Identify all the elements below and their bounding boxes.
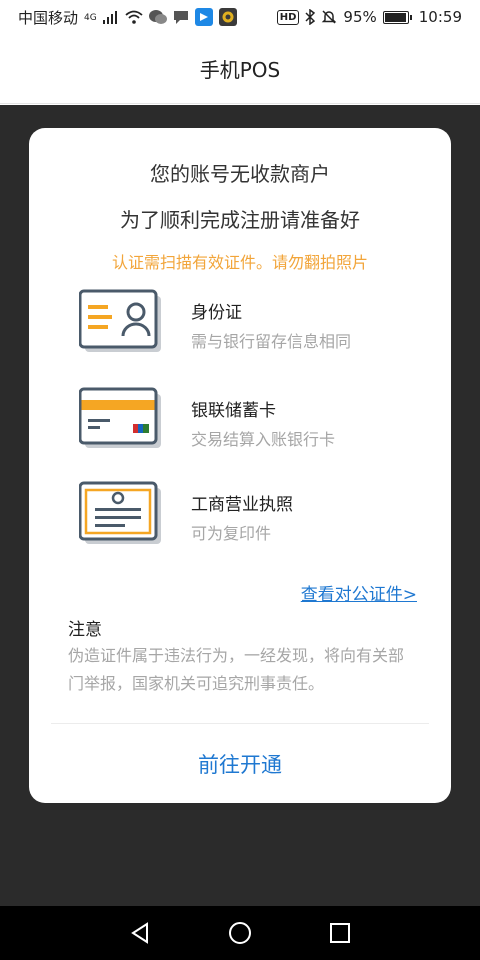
- id-card-icon: [78, 288, 161, 352]
- mute-bell-icon: [321, 9, 337, 25]
- prepare-message: 为了顺利完成注册请准备好: [120, 208, 360, 232]
- back-triangle-icon: [131, 922, 148, 944]
- business-license-icon: [78, 480, 161, 544]
- clock: 10:59: [418, 8, 462, 26]
- recents-square-icon: [330, 923, 350, 943]
- registration-dialog: 您的账号无收款商户 为了顺利完成注册请准备好 认证需扫描有效证件。请勿翻拍照片 …: [29, 128, 451, 803]
- network-type: 4G: [84, 12, 97, 23]
- bank-card-icon: [78, 386, 161, 450]
- page-title: 手机POS: [199, 58, 281, 82]
- chat-bubble-icon: [173, 9, 189, 25]
- document-description: 需与银行留存信息相同: [191, 332, 352, 351]
- home-circle-icon: [229, 922, 251, 944]
- battery-fill: [384, 12, 406, 22]
- battery-icon: [382, 10, 412, 24]
- document-name: 银联储蓄卡: [191, 401, 276, 421]
- app-header: 手机POS: [0, 34, 480, 104]
- app-notification-icon: [194, 8, 213, 26]
- document-item-id-card: 身份证 需与银行留存信息相同: [78, 288, 419, 352]
- carrier-name: 中国移动: [18, 8, 79, 27]
- home-button[interactable]: [220, 913, 260, 953]
- status-right: HD 95% 10:59: [276, 8, 462, 26]
- no-merchant-message: 您的账号无收款商户: [150, 162, 330, 186]
- status-bar: 中国移动 4G HD 95% 10:59: [0, 0, 480, 34]
- recents-button[interactable]: [320, 913, 360, 953]
- corporate-documents-link[interactable]: 查看对公证件>: [301, 580, 417, 605]
- document-name: 工商营业执照: [191, 495, 293, 515]
- back-button[interactable]: [120, 913, 160, 953]
- bluetooth-icon: [305, 9, 316, 25]
- notice-body: 伪造证件属于违法行为，一经发现，将向有关部门举报，国家机关可追究刑事责任。: [68, 646, 405, 693]
- hd-indicator: HD: [276, 9, 300, 25]
- signal-icon: [102, 10, 119, 24]
- scan-warning: 认证需扫描有效证件。请勿翻拍照片: [111, 253, 368, 272]
- document-description: 可为复印件: [191, 524, 272, 543]
- activate-button[interactable]: 前往开通: [29, 724, 451, 803]
- document-name: 身份证: [191, 303, 242, 323]
- document-item-bank-card: 银联储蓄卡 交易结算入账银行卡: [78, 386, 419, 450]
- system-nav-bar: [0, 906, 480, 960]
- status-left: 中国移动 4G: [18, 7, 237, 28]
- notice-title: 注意: [68, 620, 102, 640]
- wifi-icon: [125, 10, 143, 24]
- battery-percent: 95%: [343, 8, 377, 26]
- badge-notification-icon: [218, 8, 237, 26]
- document-description: 交易结算入账银行卡: [191, 430, 336, 449]
- document-item-business-license: 工商营业执照 可为复印件: [78, 480, 419, 544]
- wechat-icon: [148, 9, 167, 25]
